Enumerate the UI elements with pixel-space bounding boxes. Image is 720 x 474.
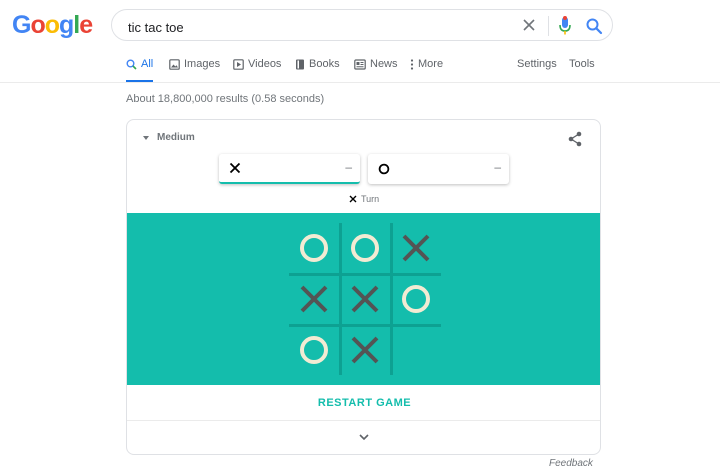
- caret-down-icon: [143, 135, 149, 140]
- tab-label: Videos: [248, 58, 282, 70]
- share-icon[interactable]: [567, 131, 583, 147]
- board-cell[interactable]: [289, 325, 339, 375]
- o-mark-icon: [378, 163, 390, 175]
- settings-link[interactable]: Settings: [517, 58, 557, 82]
- tab-label: All: [141, 58, 154, 70]
- o-mark-icon: [300, 336, 328, 364]
- player-x-score: –: [345, 160, 352, 174]
- book-icon: [296, 59, 304, 70]
- turn-label: Turn: [361, 194, 380, 204]
- board-cell[interactable]: [340, 223, 390, 273]
- player-o-score-card: –: [368, 154, 509, 184]
- tab-all[interactable]: All: [126, 58, 154, 83]
- tab-label: Images: [184, 58, 221, 70]
- difficulty-label: Medium: [157, 132, 195, 143]
- game-board: [289, 223, 441, 375]
- tab-books[interactable]: Books: [295, 58, 340, 82]
- logo-letter: G: [12, 11, 31, 39]
- turn-indicator: Turn: [349, 194, 379, 204]
- o-mark-icon: [402, 285, 430, 313]
- board-cell[interactable]: [391, 223, 441, 273]
- chevron-down-icon[interactable]: [358, 432, 370, 442]
- clear-icon[interactable]: [522, 18, 536, 32]
- tabs-divider: [0, 82, 720, 83]
- x-mark-icon: [300, 285, 328, 313]
- logo-letter: g: [59, 11, 74, 39]
- x-mark-icon: [351, 336, 379, 364]
- board-cell[interactable]: [391, 274, 441, 324]
- game-board-area: [127, 213, 600, 385]
- tools-link[interactable]: Tools: [569, 58, 595, 82]
- feedback-link[interactable]: Feedback: [549, 458, 593, 469]
- board-cell[interactable]: [289, 223, 339, 273]
- search-box: [111, 9, 613, 41]
- board-cell[interactable]: [289, 274, 339, 324]
- settings-label: Settings: [517, 58, 557, 70]
- tab-images[interactable]: Images: [169, 58, 220, 82]
- google-logo[interactable]: Google: [12, 11, 93, 40]
- tools-label: Tools: [569, 58, 595, 70]
- restart-game-button[interactable]: RESTART GAME: [127, 385, 600, 421]
- logo-letter: e: [79, 11, 93, 39]
- x-mark-icon: [349, 195, 357, 203]
- player-o-score: –: [494, 160, 501, 174]
- o-mark-icon: [300, 234, 328, 262]
- tab-label: More: [418, 58, 444, 70]
- x-mark-icon: [229, 162, 241, 174]
- tab-videos[interactable]: Videos: [233, 58, 281, 82]
- search-icon[interactable]: [585, 17, 603, 35]
- microphone-icon[interactable]: [557, 16, 573, 36]
- tab-news[interactable]: News: [354, 58, 398, 82]
- board-cell[interactable]: [340, 274, 390, 324]
- player-x-score-card: –: [219, 154, 360, 184]
- board-cell[interactable]: [340, 325, 390, 375]
- search-divider: [548, 16, 549, 36]
- search-input[interactable]: [126, 16, 510, 38]
- logo-letter: o: [44, 11, 60, 39]
- tic-tac-toe-card: Medium – – Turn RESTART GAME: [126, 119, 601, 455]
- tab-more[interactable]: More: [410, 58, 443, 82]
- x-mark-icon: [351, 285, 379, 313]
- tab-label: News: [370, 58, 398, 70]
- search-icon: [126, 59, 137, 70]
- play-icon: [233, 59, 244, 70]
- more-vert-icon: [410, 59, 414, 70]
- logo-letter: o: [30, 11, 45, 39]
- tab-label: Books: [309, 58, 340, 70]
- board-cell[interactable]: [391, 325, 441, 375]
- difficulty-dropdown[interactable]: Medium: [143, 132, 195, 143]
- image-icon: [169, 59, 180, 70]
- x-mark-icon: [402, 234, 430, 262]
- results-stats: About 18,800,000 results (0.58 seconds): [126, 93, 325, 105]
- news-icon: [354, 59, 366, 70]
- o-mark-icon: [351, 234, 379, 262]
